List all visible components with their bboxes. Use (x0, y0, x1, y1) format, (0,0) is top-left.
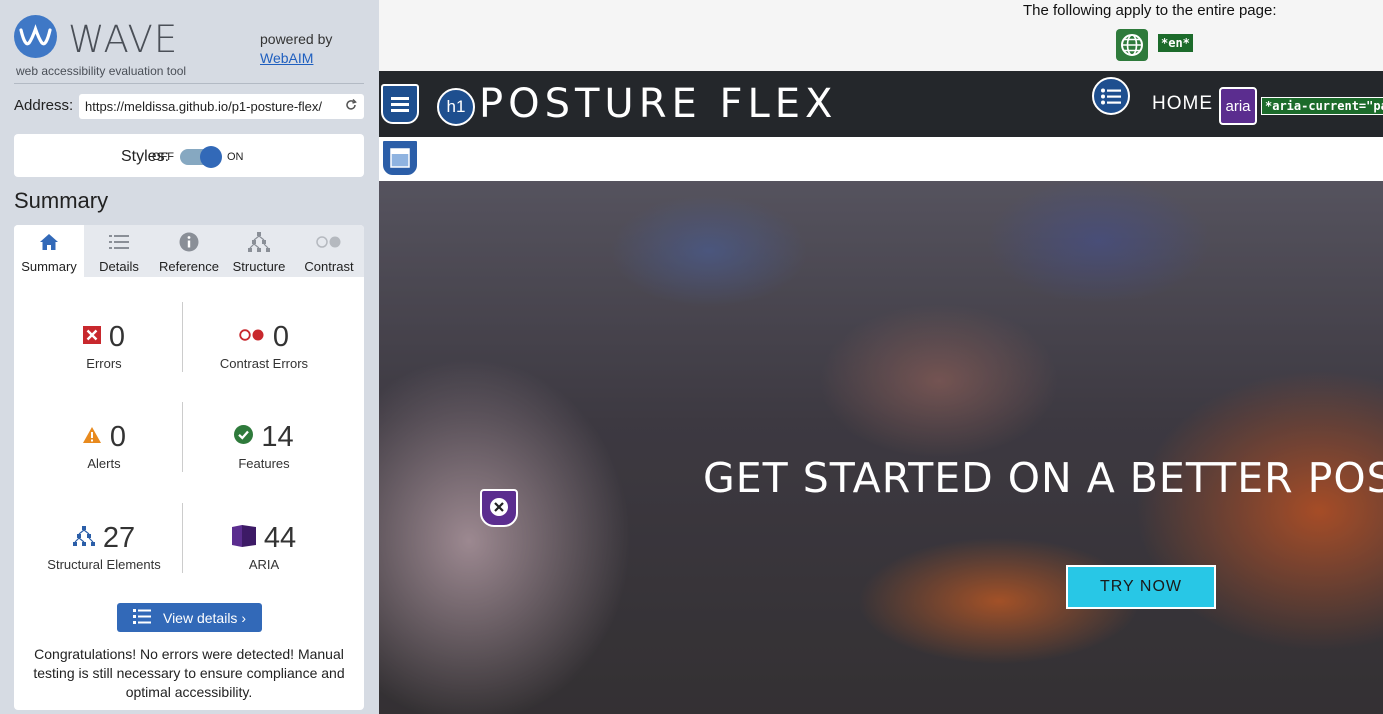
aria-count: 44 (263, 521, 297, 554)
tab-label: Reference (159, 259, 219, 274)
wave-logo-icon (14, 15, 57, 58)
nav-list-icon[interactable] (1092, 77, 1130, 115)
errors-count: 0 (108, 320, 126, 353)
tab-label: Structure (232, 259, 286, 274)
styles-off-label: OFF (152, 151, 174, 163)
stat-alerts[interactable]: 0 Alerts (20, 420, 188, 471)
tab-label: Summary (21, 259, 77, 274)
stat-features[interactable]: 14 Features (180, 420, 348, 471)
contrast-errors-label: Contrast Errors (219, 356, 309, 371)
summary-heading: Summary (14, 188, 109, 213)
aria-badge-icon[interactable]: aria (1219, 87, 1257, 125)
aria-hidden-close-icon[interactable] (480, 489, 518, 527)
page-applies-text: The following apply to the entire page: (1023, 2, 1277, 19)
site-navbar: h1 POSTURE FLEX HOME aria *aria-current=… (379, 71, 1383, 137)
contrast-icon (294, 232, 364, 252)
page-level-annotations: The following apply to the entire page: … (379, 0, 1383, 71)
panel-tabs: Summary Details Reference Structure Cont… (14, 225, 364, 277)
language-globe-icon[interactable] (1116, 29, 1148, 61)
site-brand[interactable]: POSTURE FLEX (479, 81, 837, 127)
tab-details[interactable]: Details (84, 225, 154, 277)
feature-check-icon (234, 425, 254, 449)
h1-heading-icon[interactable]: h1 (437, 88, 475, 126)
wave-sidebar: WAVE web accessibility evaluation tool p… (0, 0, 379, 714)
list-icon (84, 232, 154, 252)
stat-contrast-errors[interactable]: 0 Contrast Errors (180, 320, 348, 372)
congrats-message: Congratulations! No errors were detected… (33, 646, 345, 700)
aria-current-tag: *aria-current="page"* (1261, 97, 1383, 115)
contrast-error-icon (239, 328, 265, 346)
page-subbar (379, 137, 1383, 181)
hero-banner: GET STARTED ON A BETTER POSTURE TRY NOW (379, 181, 1383, 714)
tab-contrast[interactable]: Contrast (294, 225, 364, 277)
wave-tagline: web accessibility evaluation tool (16, 64, 187, 78)
hero-title: GET STARTED ON A BETTER POSTURE (703, 454, 1383, 502)
powered-by-label: powered by (260, 31, 333, 47)
features-count: 14 (261, 420, 294, 453)
structural-label: Structural Elements (47, 557, 161, 572)
alert-icon (82, 426, 102, 449)
structure-tree-icon (72, 525, 95, 551)
stat-structural-elements[interactable]: 27 Structural Elements (20, 521, 188, 573)
tab-summary[interactable]: Summary (14, 225, 84, 277)
alerts-count: 0 (109, 420, 127, 453)
styles-on-label: ON (227, 151, 244, 163)
try-now-button[interactable]: TRY NOW (1066, 565, 1216, 609)
address-input[interactable]: https://meldissa.github.io/p1-posture-fl… (79, 94, 364, 119)
home-icon (14, 232, 84, 252)
info-icon (154, 232, 224, 252)
view-details-button[interactable]: View details › (117, 603, 262, 632)
stat-aria[interactable]: 44 ARIA (180, 521, 348, 572)
details-list-icon (132, 608, 151, 627)
tab-reference[interactable]: Reference (154, 225, 224, 277)
view-details-label: View details › (162, 609, 246, 626)
tab-structure[interactable]: Structure (224, 225, 294, 277)
webaim-link[interactable]: WebAIM (260, 49, 332, 68)
header-landmark-icon[interactable] (381, 84, 419, 124)
structural-count: 27 (102, 521, 136, 554)
reload-icon[interactable] (345, 98, 357, 114)
header-divider (14, 83, 364, 84)
styles-toggle-box: Styles: OFF ON (14, 134, 364, 177)
page-preview: The following apply to the entire page: … (379, 0, 1383, 714)
errors-label: Errors (86, 356, 122, 371)
toggle-knob (200, 146, 222, 168)
address-label: Address: (14, 97, 74, 114)
features-label: Features (238, 456, 290, 471)
hero-overlay (379, 181, 1383, 714)
structure-icon (224, 232, 294, 252)
styles-toggle[interactable] (180, 146, 222, 168)
nav-home-link[interactable]: HOME (1152, 93, 1213, 115)
tab-label: Details (99, 259, 139, 274)
address-value: https://meldissa.github.io/p1-posture-fl… (85, 99, 323, 114)
alerts-label: Alerts (87, 456, 121, 471)
tab-label: Contrast (304, 259, 354, 274)
main-landmark-icon[interactable] (381, 139, 419, 177)
error-icon (82, 325, 101, 349)
aria-label: ARIA (248, 557, 280, 572)
powered-by: powered by WebAIM (260, 30, 332, 68)
language-code-tag: *en* (1158, 34, 1193, 52)
wave-logo-text: WAVE (68, 18, 179, 61)
stat-errors[interactable]: 0 Errors (20, 320, 188, 371)
contrast-errors-count: 0 (272, 320, 290, 353)
summary-panel: Summary Details Reference Structure Cont… (14, 225, 364, 710)
aria-icon (231, 524, 256, 552)
